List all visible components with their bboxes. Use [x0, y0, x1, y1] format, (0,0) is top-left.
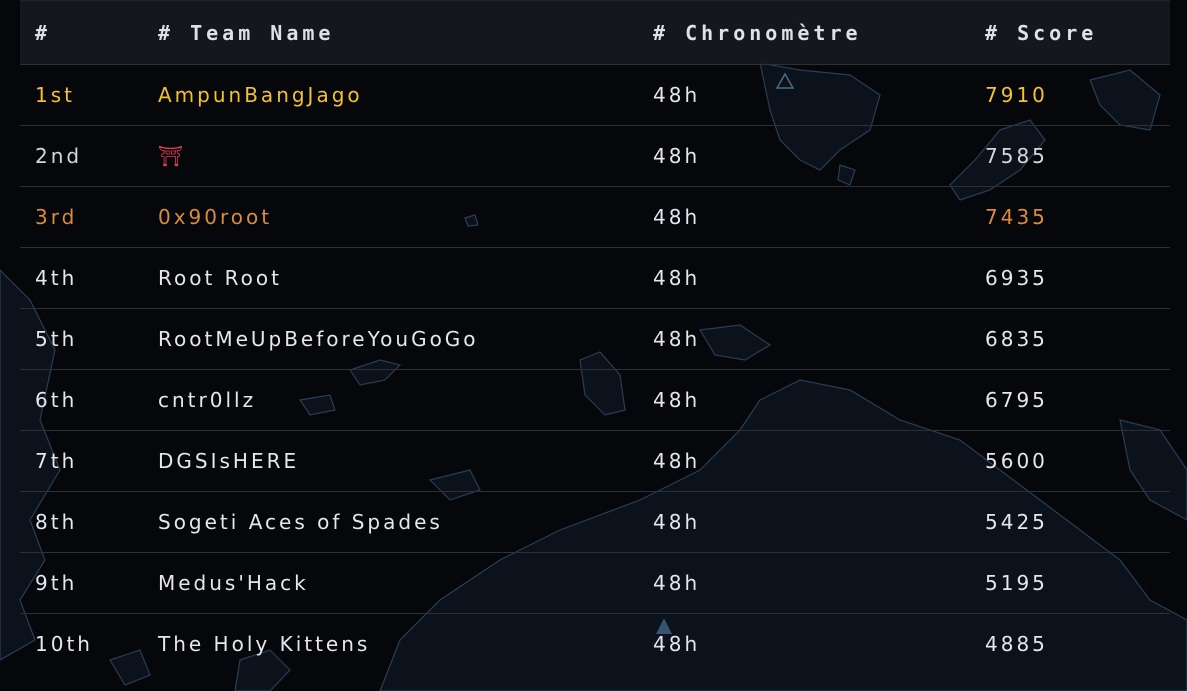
rank-cell: 8th — [35, 510, 78, 534]
team-name-cell[interactable]: AmpunBangJago — [158, 65, 363, 125]
time-cell: 48h — [653, 571, 701, 595]
table-row[interactable]: 8th Sogeti Aces of Spades 48h 5425 — [20, 492, 1170, 553]
team-name-cell[interactable]: Root Root — [158, 248, 282, 308]
score-cell: 6935 — [985, 266, 1048, 290]
time-cell: 48h — [653, 388, 701, 412]
scoreboard-page: # # Team Name # Chronomètre # Score 1st … — [0, 0, 1187, 691]
rank-cell: 10th — [35, 632, 93, 656]
time-cell: 48h — [653, 144, 701, 168]
score-cell: 5425 — [985, 510, 1048, 534]
score-cell: 7585 — [985, 144, 1048, 168]
score-cell: 4885 — [985, 632, 1048, 656]
table-row[interactable]: 5th RootMeUpBeforeYouGoGo 48h 6835 — [20, 309, 1170, 370]
time-cell: 48h — [653, 449, 701, 473]
time-cell: 48h — [653, 632, 701, 656]
header-team-name[interactable]: # Team Name — [158, 1, 334, 64]
header-rank[interactable]: # — [35, 1, 51, 64]
rank-cell: 9th — [35, 571, 78, 595]
score-cell: 5195 — [985, 571, 1048, 595]
team-name-cell[interactable]: Medus'Hack — [158, 553, 309, 613]
team-name-cell[interactable]: RootMeUpBeforeYouGoGo — [158, 309, 479, 369]
torii-gate-icon[interactable]: ⛩ — [158, 126, 186, 186]
rank-cell: 2nd — [35, 144, 83, 168]
rank-cell: 5th — [35, 327, 78, 351]
score-cell: 7910 — [985, 83, 1048, 107]
score-cell: 6835 — [985, 327, 1048, 351]
table-row[interactable]: 3rd 0x90root 48h 7435 — [20, 187, 1170, 248]
header-score[interactable]: # Score — [985, 1, 1097, 64]
table-header: # # Team Name # Chronomètre # Score — [20, 0, 1170, 65]
rank-cell: 4th — [35, 266, 78, 290]
table-row[interactable]: 1st AmpunBangJago 48h 7910 — [20, 65, 1170, 126]
scoreboard-table: # # Team Name # Chronomètre # Score 1st … — [20, 0, 1170, 674]
time-cell: 48h — [653, 327, 701, 351]
rank-cell: 3rd — [35, 205, 78, 229]
team-name-cell[interactable]: DGSIsHERE — [158, 431, 299, 491]
team-name-cell[interactable]: 0x90root — [158, 187, 272, 247]
table-row[interactable]: 9th Medus'Hack 48h 5195 — [20, 553, 1170, 614]
table-row[interactable]: 6th cntr0llz 48h 6795 — [20, 370, 1170, 431]
table-row[interactable]: 7th DGSIsHERE 48h 5600 — [20, 431, 1170, 492]
time-cell: 48h — [653, 510, 701, 534]
team-name-cell[interactable]: Sogeti Aces of Spades — [158, 492, 443, 552]
score-cell: 6795 — [985, 388, 1048, 412]
table-row[interactable]: 2nd ⛩ 48h 7585 — [20, 126, 1170, 187]
rank-cell: 1st — [35, 83, 75, 107]
team-name-cell[interactable]: cntr0llz — [158, 370, 256, 430]
score-cell: 5600 — [985, 449, 1048, 473]
header-chronometre[interactable]: # Chronomètre — [653, 1, 862, 64]
table-row[interactable]: 4th Root Root 48h 6935 — [20, 248, 1170, 309]
time-cell: 48h — [653, 266, 701, 290]
score-cell: 7435 — [985, 205, 1048, 229]
time-cell: 48h — [653, 205, 701, 229]
rank-cell: 6th — [35, 388, 78, 412]
time-cell: 48h — [653, 83, 701, 107]
team-name-cell[interactable]: The Holy Kittens — [158, 614, 370, 674]
rank-cell: 7th — [35, 449, 78, 473]
table-row[interactable]: 10th The Holy Kittens 48h 4885 — [20, 614, 1170, 674]
